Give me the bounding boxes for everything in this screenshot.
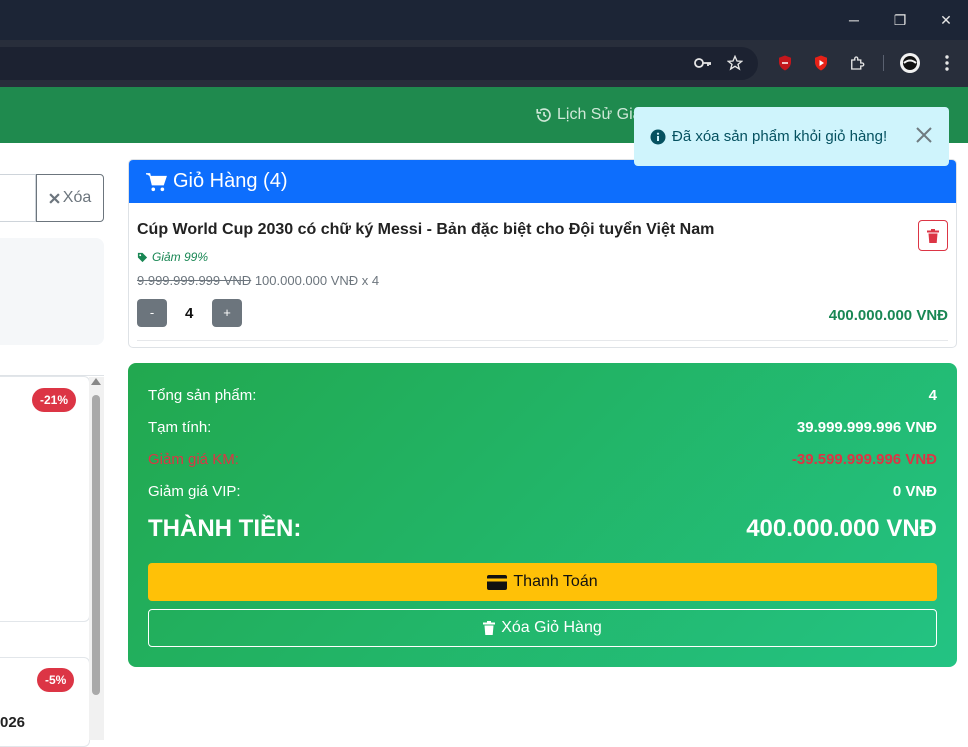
toast-close-icon[interactable] [913,124,935,146]
nav-history-label: Lịch Sử Gia [557,106,642,123]
item-price: 9.999.999.999 VNĐ 100.000.000 VNĐ x 4 [137,273,379,288]
summary-label: Tạm tính: [148,419,212,436]
summary-total: THÀNH TIỀN: 400.000.000 VNĐ [148,515,937,543]
summary-label: Giảm giá VIP: [148,483,241,500]
nav-history-link[interactable]: Lịch Sử Gia [535,106,642,124]
search-clear-label: Xóa [62,189,92,206]
toast-message: Đã xóa sản phẩm khỏi giỏ hàng! [672,128,888,145]
youtube-extension-icon[interactable] [810,52,832,74]
summary-row-items: Tổng sản phẩm: 4 [148,387,937,404]
x-icon [49,192,60,204]
summary-label: Giảm giá KM: [148,451,239,468]
address-bar[interactable] [0,47,758,80]
scroll-up-arrow-icon[interactable] [91,378,101,385]
clear-cart-label: Xóa Giỏ Hàng [501,619,602,636]
profile-avatar-icon[interactable] [899,52,921,74]
search-clear-button[interactable]: Xóa [36,174,104,222]
summary-value: -39.599.999.996 VNĐ [791,451,937,468]
total-value: 400.000.000 VNĐ [746,515,937,542]
browser-menu-icon[interactable] [936,52,958,74]
item-total: 400.000.000 VNĐ [828,307,948,324]
total-label: THÀNH TIỀN: [148,515,302,542]
toolbar-separator [883,55,884,71]
item-old-price: 9.999.999.999 VNĐ [137,273,252,288]
cart-item: Cúp World Cup 2030 có chữ ký Messi - Bản… [137,203,948,341]
adblock-shield-icon[interactable] [774,52,796,74]
minimize-button[interactable]: ─ [842,8,866,32]
info-icon [650,129,666,144]
item-price-line: 100.000.000 VNĐ x 4 [254,273,380,288]
browser-titlebar: ─ ❐ ✕ [0,0,968,40]
credit-card-icon [487,574,508,590]
shopping-cart-icon [146,172,167,191]
trash-icon [927,228,939,243]
summary-label: Tổng sản phẩm: [148,387,257,404]
cart-title: Giỏ Hàng (4) [173,170,288,192]
cart-panel: Giỏ Hàng (4) Cúp World Cup 2030 có chữ k… [128,159,957,348]
summary-row-promo-discount: Giảm giá KM: -39.599.999.996 VNĐ [148,451,937,468]
restore-button[interactable]: ❐ [888,8,912,32]
discount-badge: -5% [37,668,75,692]
item-promo: Giảm 99% [137,250,208,264]
cart-header: Giỏ Hàng (4) [129,160,956,203]
summary-value: 0 VNĐ [892,483,937,500]
tag-icon [137,252,148,262]
qty-decrease-button[interactable]: - [137,299,167,327]
search-input[interactable] [0,174,36,222]
password-key-icon[interactable] [692,52,714,74]
qty-increase-button[interactable]: + [212,299,242,327]
extensions-puzzle-icon[interactable] [846,52,868,74]
toast-notification: Đã xóa sản phẩm khỏi giỏ hàng! [634,107,949,166]
summary-row-vip-discount: Giảm giá VIP: 0 VNĐ [148,483,937,500]
close-window-button[interactable]: ✕ [934,8,958,32]
product-card[interactable]: -21% [0,376,90,622]
checkout-label: Thanh Toán [513,573,598,590]
order-summary: Tổng sản phẩm: 4 Tạm tính: 39.999.999.99… [128,363,957,667]
browser-toolbar [0,40,968,87]
summary-value: 4 [928,387,937,404]
product-partial-text: 026 [0,714,26,731]
bookmark-star-icon[interactable] [724,52,746,74]
item-name: Cúp World Cup 2030 có chữ ký Messi - Bản… [137,221,715,238]
checkout-button[interactable]: Thanh Toán [148,563,937,601]
product-card[interactable]: -5% [0,657,90,747]
clear-cart-button[interactable]: Xóa Giỏ Hàng [148,609,937,647]
summary-row-subtotal: Tạm tính: 39.999.999.996 VNĐ [148,419,937,436]
filter-panel [0,238,104,345]
discount-badge: -21% [32,388,77,412]
item-quantity: 4 [185,305,194,322]
scrollbar-thumb[interactable] [92,395,100,695]
summary-value: 39.999.999.996 VNĐ [796,419,937,436]
trash-icon [483,621,496,635]
history-icon [536,108,551,122]
remove-item-button[interactable] [918,220,948,251]
item-promo-label: Giảm 99% [152,250,209,264]
